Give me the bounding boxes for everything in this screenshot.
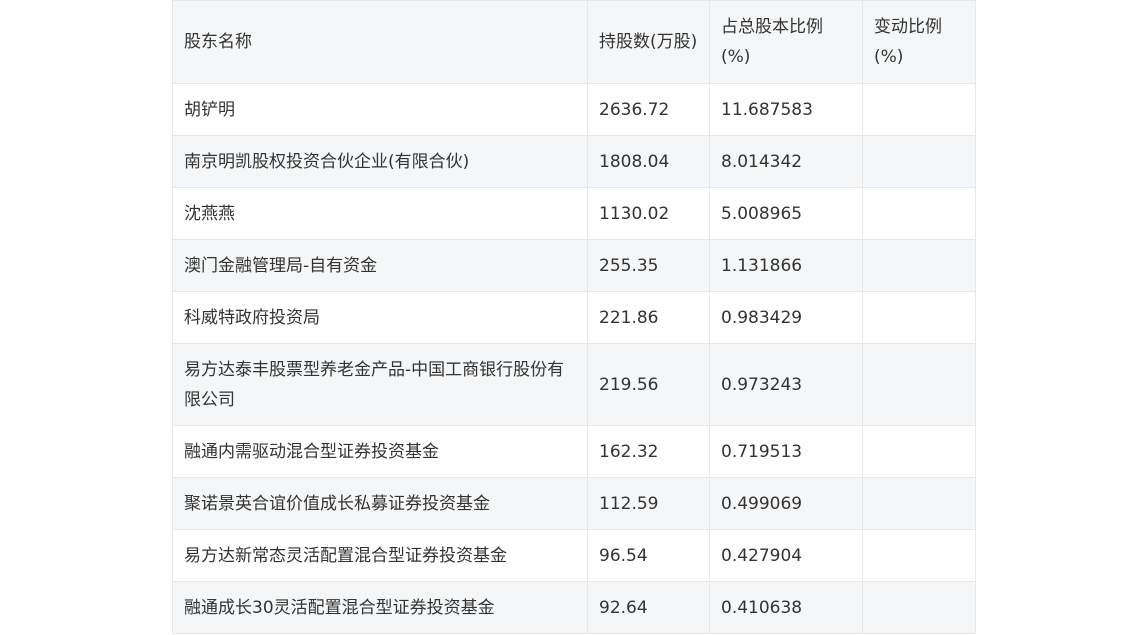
cell-shares-held: 96.54 <box>587 529 710 582</box>
cell-shares-held: 219.56 <box>587 343 710 426</box>
cell-share-ratio: 0.499069 <box>709 477 863 530</box>
cell-share-ratio: 0.427904 <box>709 529 863 582</box>
table-row: 融通内需驱动混合型证券投资基金 162.32 0.719513 <box>172 425 976 478</box>
cell-share-ratio: 0.973243 <box>709 343 863 426</box>
table-row: 易方达泰丰股票型养老金产品-中国工商银行股份有限公司 219.56 0.9732… <box>172 343 976 426</box>
cell-shares-held: 221.86 <box>587 291 710 344</box>
cell-shareholder-name: 胡铲明 <box>172 83 588 136</box>
table-row: 胡铲明 2636.72 11.687583 <box>172 83 976 136</box>
cell-change-ratio <box>862 581 976 634</box>
cell-shareholder-name: 澳门金融管理局-自有资金 <box>172 239 588 292</box>
shareholder-table-container: 股东名称 持股数(万股) 占总股本比例(%) 变动比例(%) 胡铲明 2636.… <box>172 0 976 634</box>
cell-change-ratio <box>862 239 976 292</box>
cell-shares-held: 2636.72 <box>587 83 710 136</box>
cell-share-ratio: 0.983429 <box>709 291 863 344</box>
cell-shareholder-name: 易方达泰丰股票型养老金产品-中国工商银行股份有限公司 <box>172 343 588 426</box>
cell-change-ratio <box>862 425 976 478</box>
cell-share-ratio: 0.719513 <box>709 425 863 478</box>
table-row: 科威特政府投资局 221.86 0.983429 <box>172 291 976 344</box>
table-header-row: 股东名称 持股数(万股) 占总股本比例(%) 变动比例(%) <box>172 0 976 84</box>
header-shares-held: 持股数(万股) <box>587 0 710 84</box>
header-change-ratio: 变动比例(%) <box>862 0 976 84</box>
cell-share-ratio: 11.687583 <box>709 83 863 136</box>
cell-shares-held: 255.35 <box>587 239 710 292</box>
table-row: 融通成长30灵活配置混合型证券投资基金 92.64 0.410638 <box>172 581 976 634</box>
cell-change-ratio <box>862 343 976 426</box>
cell-shareholder-name: 融通内需驱动混合型证券投资基金 <box>172 425 588 478</box>
shareholder-table: 股东名称 持股数(万股) 占总股本比例(%) 变动比例(%) 胡铲明 2636.… <box>172 0 976 634</box>
cell-shares-held: 1808.04 <box>587 135 710 188</box>
cell-change-ratio <box>862 477 976 530</box>
cell-shares-held: 112.59 <box>587 477 710 530</box>
cell-shareholder-name: 沈燕燕 <box>172 187 588 240</box>
table-row: 易方达新常态灵活配置混合型证券投资基金 96.54 0.427904 <box>172 529 976 582</box>
table-row: 聚诺景英合谊价值成长私募证券投资基金 112.59 0.499069 <box>172 477 976 530</box>
cell-change-ratio <box>862 83 976 136</box>
header-share-ratio: 占总股本比例(%) <box>709 0 863 84</box>
cell-share-ratio: 1.131866 <box>709 239 863 292</box>
table-row: 澳门金融管理局-自有资金 255.35 1.131866 <box>172 239 976 292</box>
cell-share-ratio: 8.014342 <box>709 135 863 188</box>
cell-shareholder-name: 科威特政府投资局 <box>172 291 588 344</box>
table-row: 沈燕燕 1130.02 5.008965 <box>172 187 976 240</box>
header-shareholder-name: 股东名称 <box>172 0 588 84</box>
cell-change-ratio <box>862 187 976 240</box>
cell-change-ratio <box>862 291 976 344</box>
cell-shares-held: 1130.02 <box>587 187 710 240</box>
cell-share-ratio: 5.008965 <box>709 187 863 240</box>
cell-shares-held: 162.32 <box>587 425 710 478</box>
cell-change-ratio <box>862 529 976 582</box>
cell-shareholder-name: 聚诺景英合谊价值成长私募证券投资基金 <box>172 477 588 530</box>
table-row: 南京明凯股权投资合伙企业(有限合伙) 1808.04 8.014342 <box>172 135 976 188</box>
cell-shareholder-name: 融通成长30灵活配置混合型证券投资基金 <box>172 581 588 634</box>
cell-change-ratio <box>862 135 976 188</box>
cell-shares-held: 92.64 <box>587 581 710 634</box>
cell-shareholder-name: 南京明凯股权投资合伙企业(有限合伙) <box>172 135 588 188</box>
cell-share-ratio: 0.410638 <box>709 581 863 634</box>
cell-shareholder-name: 易方达新常态灵活配置混合型证券投资基金 <box>172 529 588 582</box>
